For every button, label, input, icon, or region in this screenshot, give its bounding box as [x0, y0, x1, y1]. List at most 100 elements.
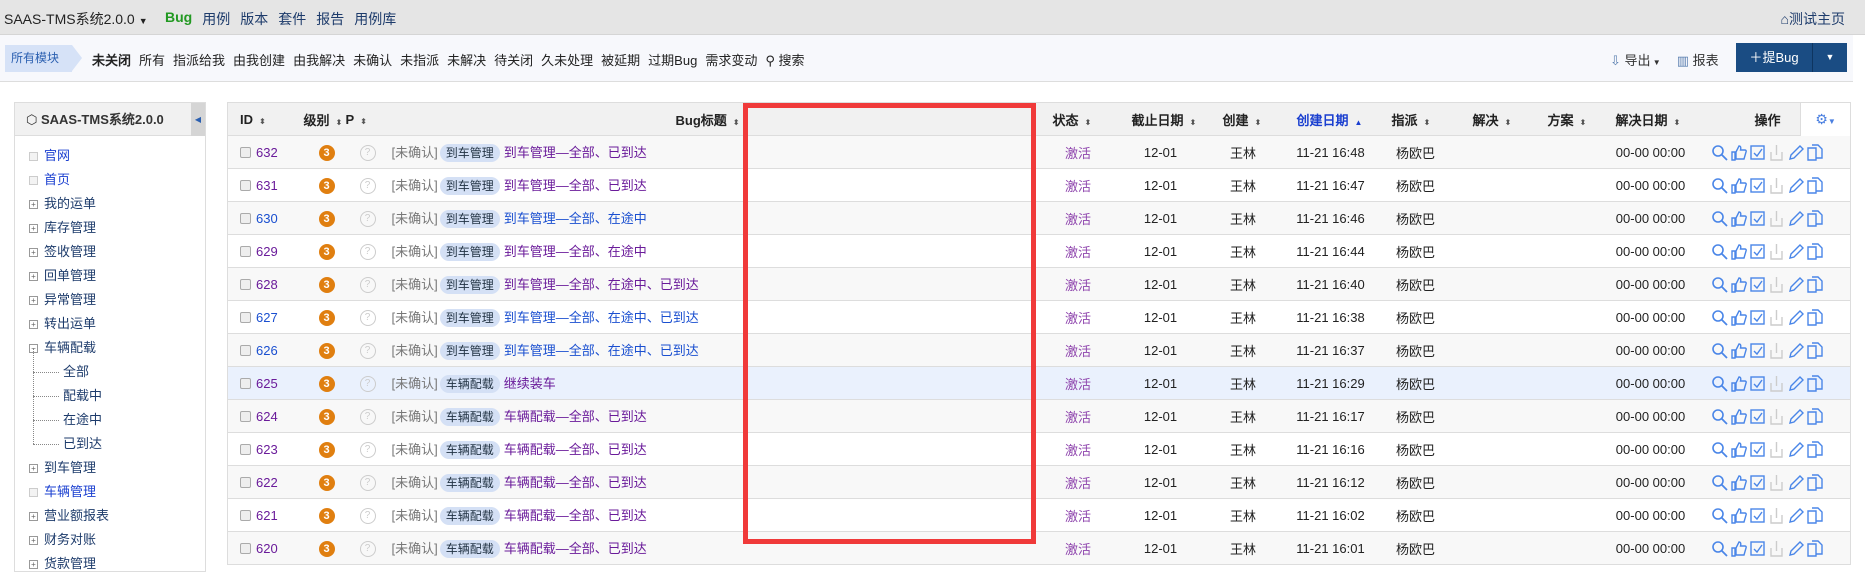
table-row[interactable]: 629 3? [未确认] 到车管理 到车管理—全部、在途中 激活 12-01 王林 11-21 … — [227, 234, 1851, 268]
bug-title-link[interactable]: 到车管理—全部、已到达 — [504, 178, 647, 193]
tree-item[interactable]: + 转出运单 — [29, 312, 205, 336]
resolve-check-icon[interactable] — [1749, 474, 1766, 491]
confirm-thumbs-up-icon[interactable] — [1730, 309, 1747, 326]
view-icon[interactable] — [1711, 507, 1728, 524]
nav-suite[interactable]: 套件 — [278, 9, 306, 29]
nav-report[interactable]: 报告 — [316, 9, 344, 29]
row-checkbox[interactable] — [240, 410, 251, 422]
view-icon[interactable] — [1711, 540, 1728, 557]
export-button[interactable]: ⇩ 导出 ▼ — [1610, 50, 1661, 69]
confirm-thumbs-up-icon[interactable] — [1730, 441, 1747, 458]
expand-icon[interactable]: + — [29, 319, 38, 329]
confirm-thumbs-up-icon[interactable] — [1730, 210, 1747, 227]
bug-title-link[interactable]: 车辆配载—全部、已到达 — [504, 409, 647, 424]
edit-pencil-icon[interactable] — [1787, 144, 1804, 161]
view-icon[interactable] — [1711, 375, 1728, 392]
row-checkbox[interactable] — [240, 278, 251, 290]
col-resolved-date[interactable]: 解决日期 ⬍ — [1600, 102, 1701, 136]
edit-pencil-icon[interactable] — [1787, 375, 1804, 392]
bug-title-link[interactable]: 继续装车 — [504, 376, 556, 391]
tree-item[interactable]: + 异常管理 — [29, 288, 205, 312]
row-checkbox[interactable] — [240, 179, 251, 191]
bug-title-link[interactable]: 到车管理—全部、在途中 — [504, 211, 647, 226]
row-checkbox[interactable] — [240, 509, 251, 521]
col-title[interactable]: Bug标题 ⬍ — [383, 102, 744, 136]
resolve-check-icon[interactable] — [1749, 177, 1766, 194]
module-tag[interactable]: 到车管理 — [439, 243, 500, 261]
copy-icon[interactable] — [1806, 242, 1823, 260]
module-tag[interactable]: 到车管理 — [439, 144, 500, 162]
tree-item[interactable]: + 到车管理 — [29, 456, 205, 480]
tree-item[interactable]: + 货款管理 — [29, 552, 205, 576]
bug-title-link[interactable]: 车辆配载—全部、已到达 — [504, 541, 647, 556]
table-row[interactable]: 621 3? [未确认] 车辆配载 车辆配载—全部、已到达 激活 12-01 王林 11-21 … — [227, 498, 1851, 532]
tree-item[interactable]: 首页 — [29, 168, 205, 192]
resolve-check-icon[interactable] — [1749, 540, 1766, 557]
column-settings-button[interactable]: ⚙▼ — [1800, 103, 1850, 136]
filter-6[interactable]: 未指派 — [400, 50, 439, 69]
nav-version[interactable]: 版本 — [240, 9, 268, 29]
resolve-check-icon[interactable] — [1749, 309, 1766, 326]
col-assigned[interactable]: 指派 ⬍ — [1380, 102, 1451, 136]
resolve-check-icon[interactable] — [1749, 210, 1766, 227]
table-row[interactable]: 630 3? [未确认] 到车管理 到车管理—全部、在途中 激活 12-01 王林 11-21 … — [227, 201, 1851, 235]
search-button[interactable]: ⚲ 搜索 — [765, 50, 804, 69]
tree-item[interactable]: + 财务对账 — [29, 528, 205, 552]
bug-title-link[interactable]: 到车管理—全部、在途中、已到达 — [504, 343, 699, 358]
view-icon[interactable] — [1711, 210, 1728, 227]
report-button[interactable]: ▥ 报表 — [1677, 50, 1719, 69]
tree-item[interactable]: 全部 — [29, 348, 205, 384]
col-pri[interactable]: P ⬍ — [345, 102, 384, 136]
confirm-thumbs-up-icon[interactable] — [1730, 408, 1747, 425]
row-checkbox[interactable] — [240, 311, 251, 323]
confirm-thumbs-up-icon[interactable] — [1730, 375, 1747, 392]
bug-id-link[interactable]: 620 — [256, 541, 278, 556]
copy-icon[interactable] — [1806, 341, 1823, 359]
expand-icon[interactable]: + — [29, 199, 38, 209]
filter-11[interactable]: 过期Bug — [648, 50, 697, 69]
home-link[interactable]: ⌂测试主页 — [1781, 9, 1845, 29]
edit-pencil-icon[interactable] — [1787, 540, 1804, 557]
edit-pencil-icon[interactable] — [1787, 507, 1804, 524]
edit-pencil-icon[interactable] — [1787, 210, 1804, 227]
col-id[interactable]: ID ⬍ — [227, 102, 296, 136]
module-tag[interactable]: 车辆配载 — [439, 408, 500, 426]
resolve-check-icon[interactable] — [1749, 408, 1766, 425]
bug-id-link[interactable]: 624 — [256, 409, 278, 424]
col-solution[interactable]: 方案 ⬍ — [1530, 102, 1601, 136]
filter-5[interactable]: 未确认 — [353, 50, 392, 69]
confirm-thumbs-up-icon[interactable] — [1730, 144, 1747, 161]
bug-id-link[interactable]: 629 — [256, 244, 278, 259]
tree-item[interactable]: 配载中 — [29, 372, 205, 408]
expand-icon[interactable]: + — [29, 223, 38, 233]
row-checkbox[interactable] — [240, 146, 251, 158]
confirm-thumbs-up-icon[interactable] — [1730, 474, 1747, 491]
table-row[interactable]: 625 3? [未确认] 车辆配载 继续装车 激活 12-01 王林 11-21 16:29 杨欧… — [227, 366, 1851, 400]
create-bug-dropdown[interactable]: ▼ — [1813, 43, 1847, 72]
table-row[interactable]: 632 3? [未确认] 到车管理 到车管理—全部、已到达 激活 12-01 王林 11-21 … — [227, 135, 1851, 169]
expand-icon[interactable]: + — [29, 247, 38, 257]
bug-title-link[interactable]: 到车管理—全部、已到达 — [504, 145, 647, 160]
edit-pencil-icon[interactable] — [1787, 408, 1804, 425]
nav-caselib[interactable]: 用例库 — [354, 9, 396, 29]
table-row[interactable]: 623 3? [未确认] 车辆配载 车辆配载—全部、已到达 激活 12-01 王林 11-21 … — [227, 432, 1851, 466]
bug-title-link[interactable]: 到车管理—全部、在途中、已到达 — [504, 310, 699, 325]
row-checkbox[interactable] — [240, 476, 251, 488]
resolve-check-icon[interactable] — [1749, 507, 1766, 524]
resolve-check-icon[interactable] — [1749, 375, 1766, 392]
module-tag[interactable]: 到车管理 — [439, 342, 500, 360]
module-tag[interactable]: 到车管理 — [439, 309, 500, 327]
view-icon[interactable] — [1711, 309, 1728, 326]
view-icon[interactable] — [1711, 177, 1728, 194]
view-icon[interactable] — [1711, 276, 1728, 293]
row-checkbox[interactable] — [240, 542, 251, 554]
row-checkbox[interactable] — [240, 443, 251, 455]
edit-pencil-icon[interactable] — [1787, 309, 1804, 326]
bug-id-link[interactable]: 625 — [256, 376, 278, 391]
bug-id-link[interactable]: 621 — [256, 508, 278, 523]
tree-item[interactable]: 在途中 — [29, 396, 205, 432]
collapse-sidebar-button[interactable]: ◀ — [191, 103, 205, 136]
bug-title-link[interactable]: 车辆配载—全部、已到达 — [504, 508, 647, 523]
copy-icon[interactable] — [1806, 374, 1823, 392]
expand-icon[interactable]: + — [29, 463, 38, 473]
